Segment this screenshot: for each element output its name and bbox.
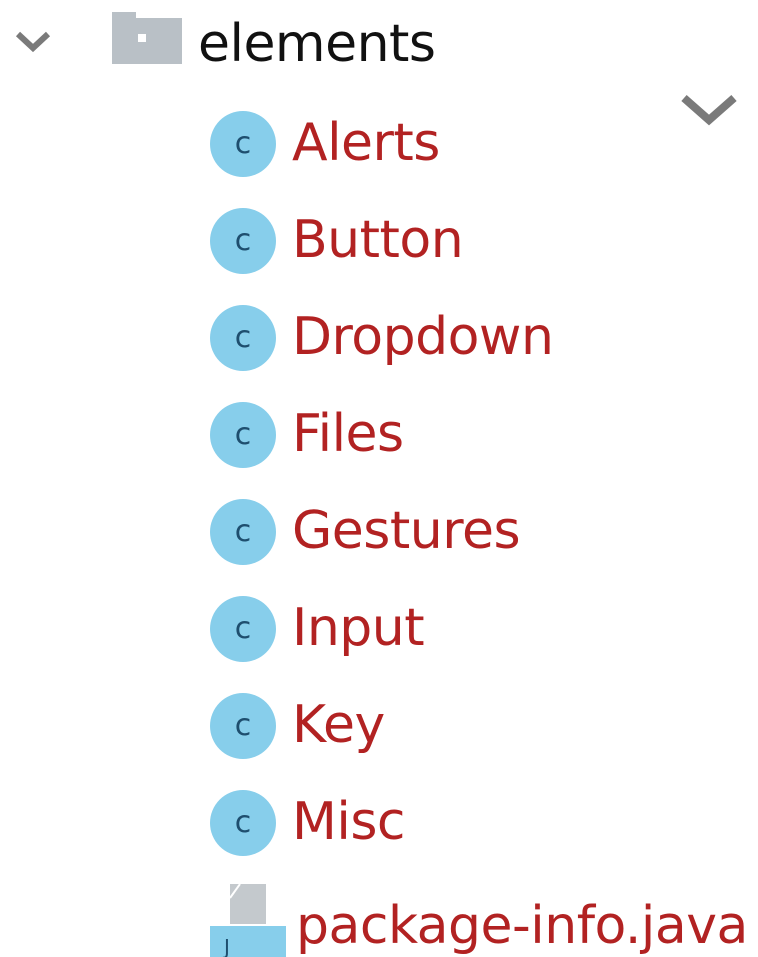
tree-item-files[interactable]: c Files bbox=[0, 388, 758, 485]
folder-icon bbox=[112, 12, 182, 64]
tree-item-label: Key bbox=[292, 695, 385, 755]
tree-item-label: Button bbox=[292, 210, 464, 270]
tree-item-label: Dropdown bbox=[292, 307, 554, 367]
class-icon: c bbox=[210, 790, 276, 856]
class-icon: c bbox=[210, 208, 276, 274]
svg-text:J: J bbox=[222, 935, 230, 957]
tree-item-gestures[interactable]: c Gestures bbox=[0, 485, 758, 582]
class-icon: c bbox=[210, 402, 276, 468]
class-icon: c bbox=[210, 596, 276, 662]
tree-item-input[interactable]: c Input bbox=[0, 582, 758, 679]
class-icon: c bbox=[210, 693, 276, 759]
tree-item-misc[interactable]: c Misc bbox=[0, 776, 758, 873]
tree-item-label: Input bbox=[292, 598, 425, 658]
tree-item-alerts[interactable]: c Alerts bbox=[0, 97, 758, 194]
chevron-down-icon[interactable] bbox=[14, 28, 52, 54]
tree-item-label: Misc bbox=[292, 792, 406, 852]
tree-item-label: Alerts bbox=[292, 113, 440, 173]
class-icon: c bbox=[210, 499, 276, 565]
class-icon: c bbox=[210, 111, 276, 177]
tree-item-label: package-info.java bbox=[296, 896, 748, 956]
tree-item-label: Files bbox=[292, 404, 404, 464]
project-tree: elements c Alerts c Button c Dropdown c … bbox=[0, 0, 758, 957]
tree-folder-elements[interactable]: elements bbox=[0, 0, 758, 90]
tree-item-button[interactable]: c Button bbox=[0, 194, 758, 291]
class-icon: c bbox=[210, 305, 276, 371]
java-file-icon: J bbox=[210, 884, 286, 957]
tree-item-label: Gestures bbox=[292, 501, 521, 561]
folder-label: elements bbox=[198, 14, 436, 74]
tree-item-dropdown[interactable]: c Dropdown bbox=[0, 291, 758, 388]
tree-item-key[interactable]: c Key bbox=[0, 679, 758, 776]
